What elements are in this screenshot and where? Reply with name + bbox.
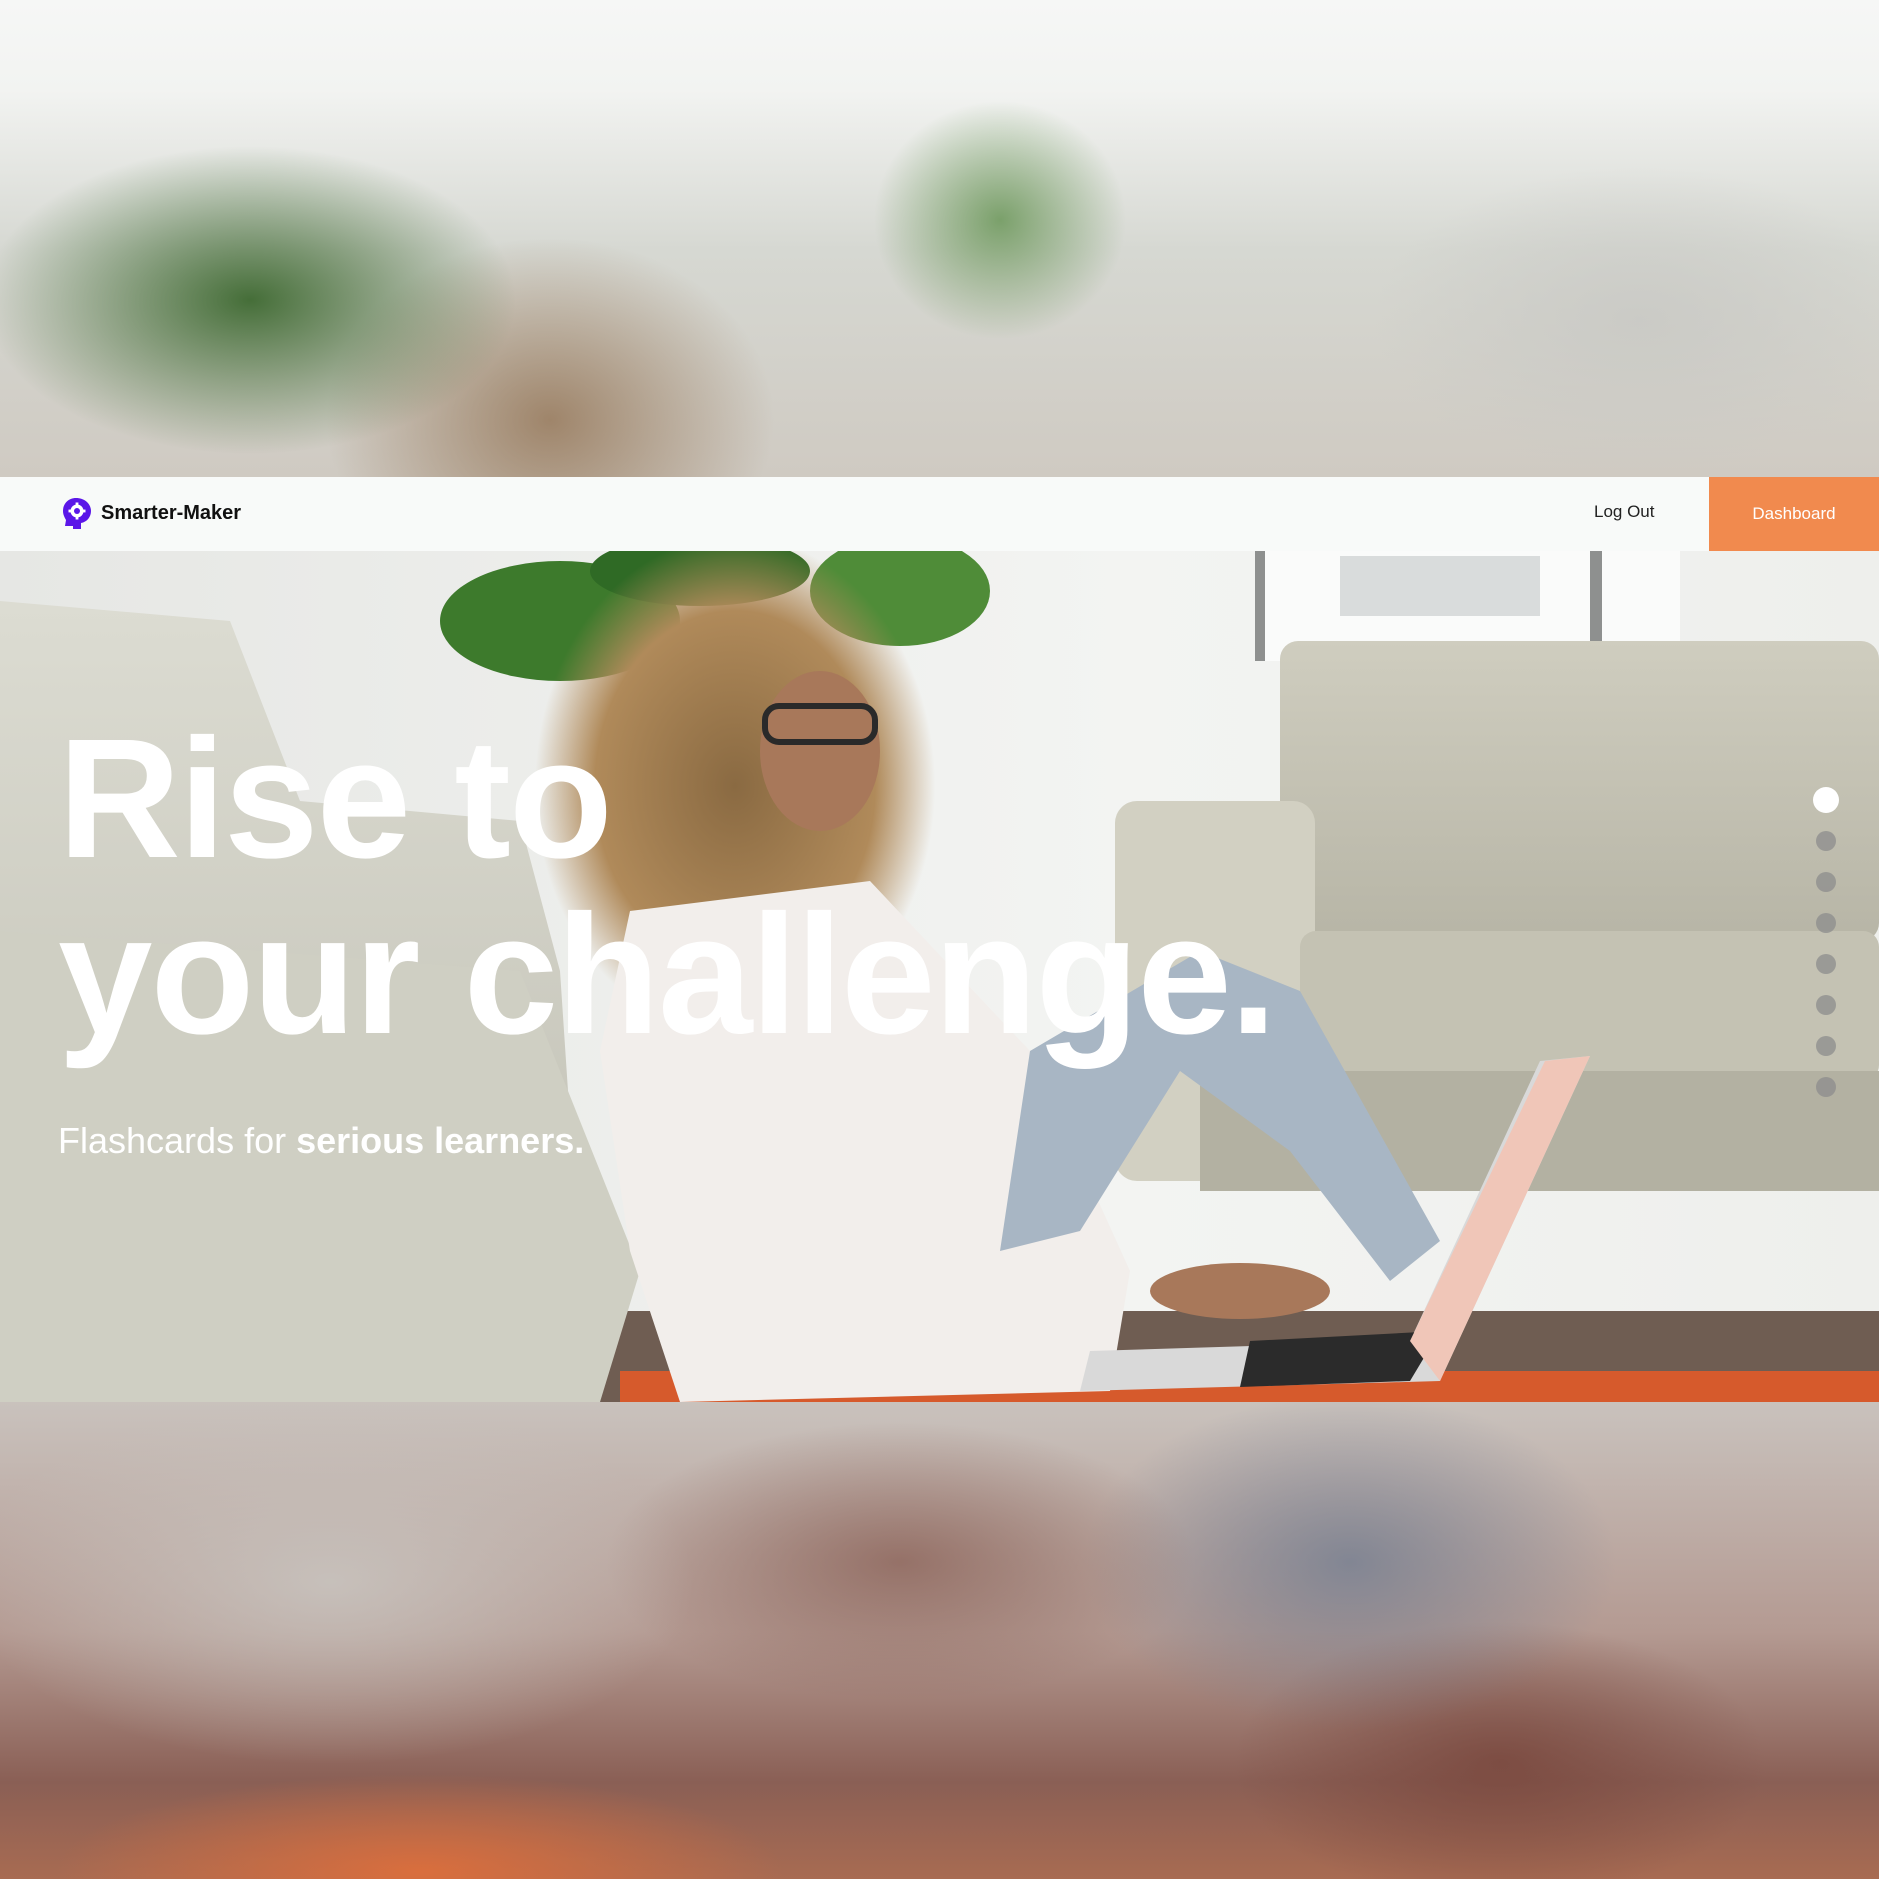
hero-headline: Rise to your challenge.: [58, 704, 1277, 1070]
hero-subheading-emphasis: serious learners.: [296, 1120, 585, 1161]
hero-headline-line1: Rise to: [58, 704, 613, 894]
logout-link[interactable]: Log Out: [1594, 503, 1655, 520]
slide-dot[interactable]: [1816, 995, 1836, 1015]
hero-subheading: Flashcards for serious learners.: [58, 1123, 584, 1159]
brain-gear-icon: [63, 498, 91, 529]
hero-section: Rise to your challenge. Flashcards for s…: [0, 551, 1879, 1402]
hero-subheading-prefix: Flashcards for: [58, 1120, 297, 1161]
blurred-background-bottom: [0, 1402, 1879, 1879]
dashboard-button[interactable]: Dashboard: [1709, 477, 1879, 551]
slide-dot[interactable]: [1816, 1077, 1836, 1097]
slide-dot[interactable]: [1816, 1036, 1836, 1056]
brand-name: Smarter-Maker: [101, 502, 242, 524]
slide-dot[interactable]: [1816, 954, 1836, 974]
hero-headline-line2: your challenge.: [58, 880, 1277, 1070]
slide-dot[interactable]: [1813, 787, 1839, 813]
blurred-background-top: [0, 0, 1879, 477]
slide-dot[interactable]: [1816, 872, 1836, 892]
slide-dot[interactable]: [1816, 831, 1836, 851]
brand[interactable]: Smarter-Maker: [60, 493, 241, 533]
slide-pagination: [1813, 787, 1839, 1118]
slide-dot[interactable]: [1816, 913, 1836, 933]
navbar: Smarter-Maker Log Out Dashboard: [0, 477, 1879, 551]
